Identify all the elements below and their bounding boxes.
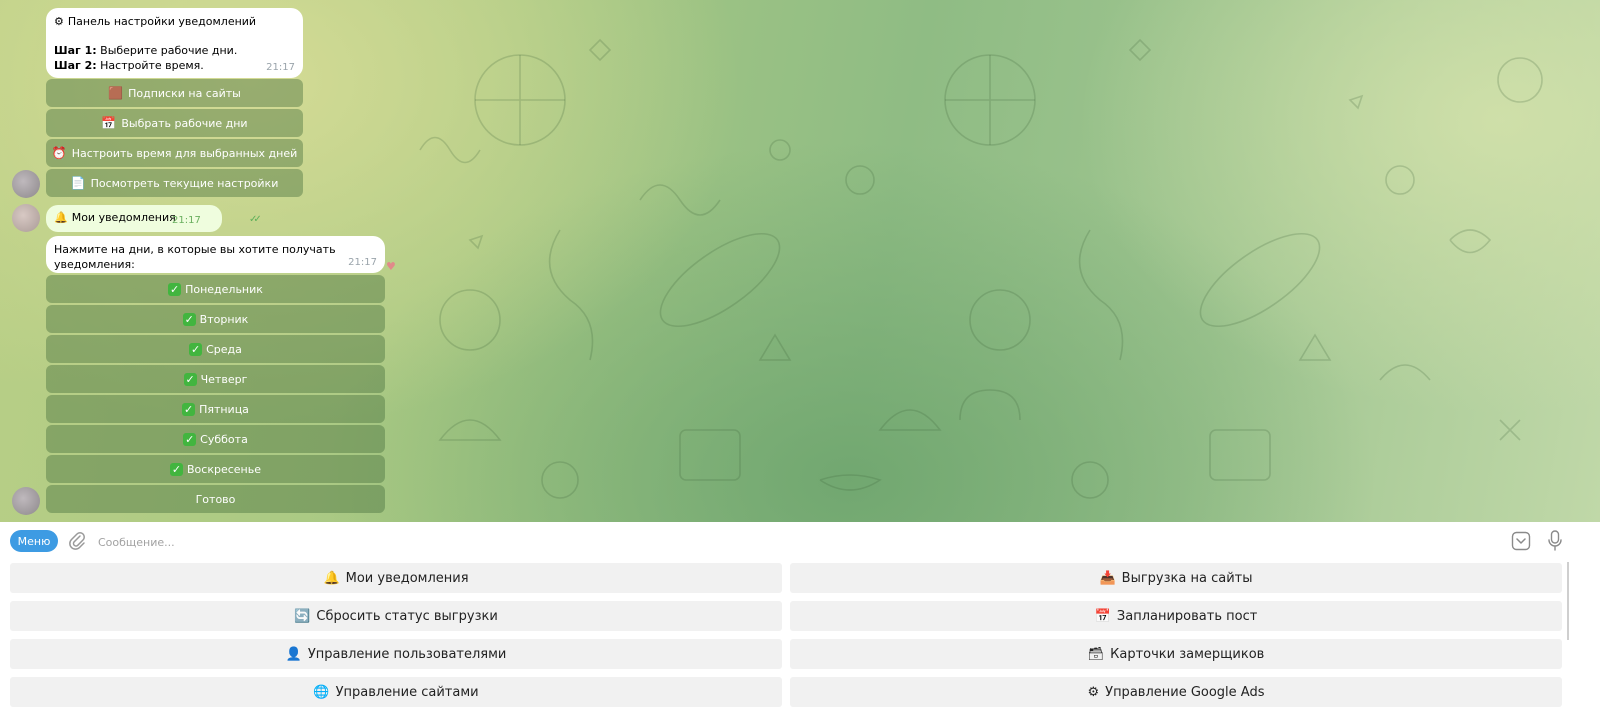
checkmark-icon: ✓	[168, 282, 182, 296]
settings-message: ⚙ Панель настройки уведомлений Шаг 1: Выб…	[46, 8, 303, 78]
day-button-friday[interactable]: ✓ Пятница	[46, 395, 385, 423]
double-check-icon: ✓✓	[249, 214, 262, 225]
bot-avatar[interactable]	[12, 487, 40, 515]
globe-icon: 🌐	[313, 684, 330, 700]
user-avatar[interactable]	[12, 204, 40, 232]
person-icon: 👤	[285, 646, 302, 662]
inline-button-select-workdays[interactable]: 📅 Выбрать рабочие дни	[46, 109, 303, 137]
reply-button-measurer-cards[interactable]: 🗃 Карточки замерщиков	[790, 639, 1562, 669]
checkmark-icon: ✓	[183, 372, 197, 386]
done-button[interactable]: Готово	[46, 485, 385, 513]
message-input[interactable]	[96, 530, 1490, 554]
reply-button-schedule-post[interactable]: 📅 Запланировать пост	[790, 601, 1562, 631]
microphone-icon[interactable]	[1548, 530, 1562, 552]
days-message: Нажмите на дни, в которые вы хотите полу…	[46, 236, 385, 273]
day-button-wednesday[interactable]: ✓ Среда	[46, 335, 385, 363]
reply-button-manage-sites[interactable]: 🌐 Управление сайтами	[10, 677, 782, 707]
checkmark-icon: ✓	[182, 402, 196, 416]
inline-button-set-time[interactable]: ⏰ Настроить время для выбранных дней	[46, 139, 303, 167]
refresh-icon: 🔄	[294, 608, 311, 624]
message-time: 21:17	[348, 257, 377, 268]
chat-area: ⚙ Панель настройки уведомлений Шаг 1: Выб…	[0, 0, 1600, 532]
bell-icon: 🔔	[323, 570, 340, 586]
heart-reaction-icon[interactable]: ♥	[386, 260, 396, 273]
inbox-tray-icon: 📥	[1099, 570, 1116, 586]
message-time: 21:17	[266, 62, 295, 73]
reply-button-manage-users[interactable]: 👤 Управление пользователями	[10, 639, 782, 669]
checkmark-icon: ✓	[183, 432, 197, 446]
checkmark-icon: ✓	[182, 312, 196, 326]
day-button-tuesday[interactable]: ✓ Вторник	[46, 305, 385, 333]
checkmark-icon: ✓	[170, 462, 183, 476]
day-button-monday[interactable]: ✓ Понедельник	[46, 275, 385, 303]
keyboard-scrollbar[interactable]	[1567, 562, 1569, 640]
books-icon: 🟫	[108, 86, 124, 100]
gear-icon: ⚙	[1087, 684, 1100, 700]
outgoing-message: 🔔 Мои уведомления 21:17 ✓✓	[46, 205, 262, 232]
inline-button-view-settings[interactable]: 📄 Посмотреть текущие настройки	[46, 169, 303, 197]
settings-message-title: ⚙ Панель настройки уведомлений	[54, 15, 257, 28]
inline-button-site-subscriptions[interactable]: 🟫 Подписки на сайты	[46, 79, 303, 107]
menu-button[interactable]: Меню	[10, 530, 58, 552]
calendar-icon: 📅	[101, 116, 117, 130]
alarm-clock-icon: ⏰	[51, 146, 67, 160]
settings-step-2: Шаг 2: Настройте время.	[54, 59, 204, 72]
reply-button-manage-google-ads[interactable]: ⚙ Управление Google Ads	[790, 677, 1562, 707]
gear-icon: ⚙	[54, 15, 64, 28]
document-icon: 📄	[70, 176, 86, 190]
paperclip-icon[interactable]	[68, 531, 86, 551]
reply-button-reset-export-status[interactable]: 🔄 Сбросить статус выгрузки	[10, 601, 782, 631]
bell-icon: 🔔	[54, 211, 68, 224]
checkmark-icon: ✓	[189, 342, 203, 356]
day-button-saturday[interactable]: ✓ Суббота	[46, 425, 385, 453]
day-button-sunday[interactable]: ✓ Воскресенье	[46, 455, 385, 483]
reply-button-export-to-sites[interactable]: 📥 Выгрузка на сайты	[790, 563, 1562, 593]
day-button-thursday[interactable]: ✓ Четверг	[46, 365, 385, 393]
settings-step-1: Шаг 1: Выберите рабочие дни.	[54, 44, 238, 57]
calendar-icon: 📅	[1094, 608, 1111, 624]
reply-button-my-notifications[interactable]: 🔔 Мои уведомления	[10, 563, 782, 593]
message-time: 21:17	[172, 215, 201, 226]
bot-avatar[interactable]	[12, 170, 40, 198]
keyboard-toggle-icon[interactable]	[1511, 531, 1531, 551]
card-box-icon: 🗃	[1087, 646, 1105, 662]
